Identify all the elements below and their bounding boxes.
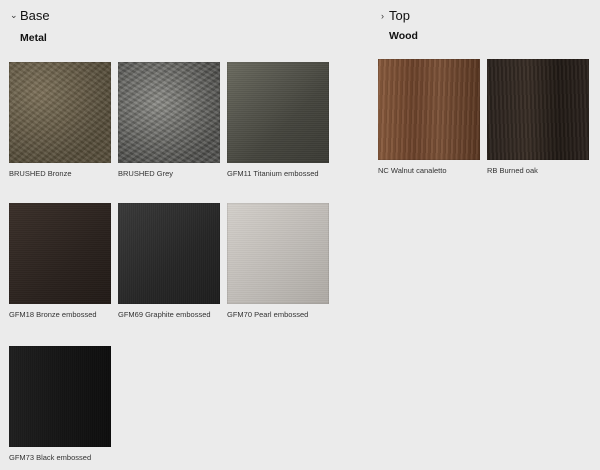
swatch-brushed-grey[interactable]: BRUSHED Grey [118,62,220,178]
swatch-image [9,346,111,447]
swatch-label: BRUSHED Bronze [9,169,72,178]
swatch-nc-walnut-canaletto[interactable]: NC Walnut canaletto [378,59,480,175]
swatch-gfm11-titanium[interactable]: GFM11 Titanium embossed [227,62,329,178]
swatch-label: GFM73 Black embossed [9,453,92,462]
swatch-image [9,62,111,163]
swatch-image [118,203,220,304]
chevron-down-icon: ⌄ [10,10,18,20]
swatch-image [378,59,480,160]
section-toggle-top[interactable]: › Top [379,8,410,23]
swatch-image [227,203,329,304]
swatch-gfm69-graphite[interactable]: GFM69 Graphite embossed [118,203,220,319]
swatch-gfm73-black[interactable]: GFM73 Black embossed [9,346,111,462]
swatch-gfm18-bronze[interactable]: GFM18 Bronze embossed [9,203,111,319]
swatch-brushed-bronze[interactable]: BRUSHED Bronze [9,62,111,178]
swatch-label: BRUSHED Grey [118,169,174,178]
swatch-label: NC Walnut canaletto [378,166,447,175]
swatch-label: RB Burned oak [487,166,538,175]
swatch-image [487,59,589,160]
category-metal: Metal [20,32,47,44]
swatch-rb-burned-oak[interactable]: RB Burned oak [487,59,589,175]
swatch-image [118,62,220,163]
section-title-top: Top [389,8,410,23]
swatch-label: GFM70 Pearl embossed [227,310,309,319]
swatch-label: GFM11 Titanium embossed [227,169,319,178]
section-toggle-base[interactable]: ⌄ Base [10,8,50,23]
swatch-gfm70-pearl[interactable]: GFM70 Pearl embossed [227,203,329,319]
swatch-image [227,62,329,163]
swatch-image [9,203,111,304]
swatch-label: GFM18 Bronze embossed [9,310,97,319]
section-title-base: Base [20,8,50,23]
swatch-label: GFM69 Graphite embossed [118,310,211,319]
category-wood: Wood [389,30,418,42]
chevron-right-icon: › [381,10,384,21]
